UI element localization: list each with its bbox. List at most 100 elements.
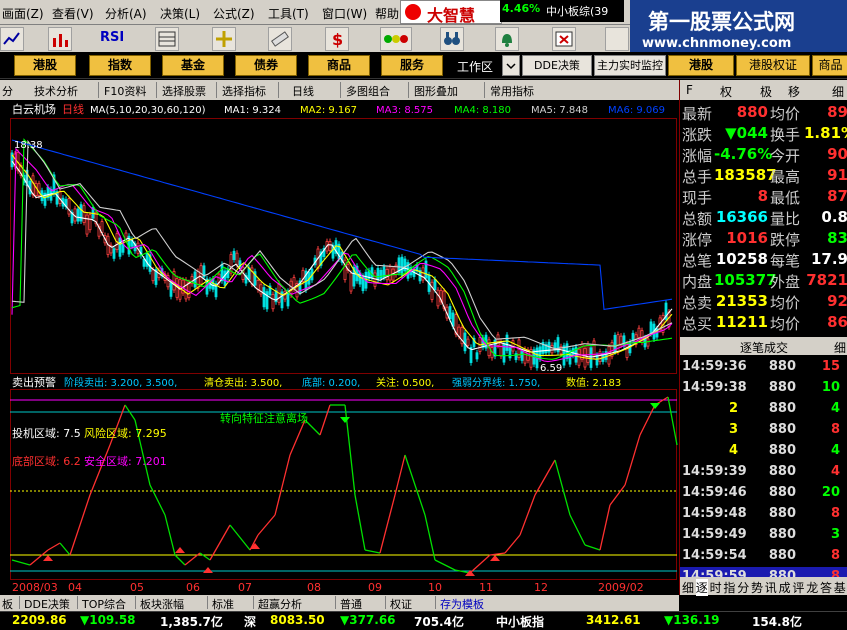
quote-label: 总手 bbox=[682, 168, 713, 186]
menu-decision[interactable]: 决策(L) bbox=[160, 5, 200, 22]
quote-bottom-tab[interactable]: 势 bbox=[751, 579, 763, 596]
quote-tab-detail[interactable]: 细 bbox=[832, 83, 844, 100]
tick-price: 880 bbox=[768, 485, 796, 500]
bottom-tab[interactable]: 标准 bbox=[212, 596, 234, 612]
date-tick: 08 bbox=[307, 581, 321, 594]
toolbar-button-ruler[interactable] bbox=[268, 27, 292, 51]
bottom-tab[interactable]: 板块涨幅 bbox=[140, 596, 184, 612]
indicator-chart[interactable]: 卖出预警 阶段卖出: 3.200, 3.500, 清仓卖出: 3.500, 底部… bbox=[0, 375, 679, 580]
quote-bottom-tab[interactable]: 细 bbox=[682, 579, 694, 596]
quote-label: 最新 bbox=[682, 105, 713, 123]
quote-bottom-tab[interactable]: 分 bbox=[737, 579, 749, 596]
quote-tab-f[interactable]: F bbox=[686, 83, 693, 97]
chart-tb-select-indicator[interactable]: 选择指标 bbox=[222, 83, 266, 99]
bottom-tab[interactable]: 普通 bbox=[340, 596, 362, 612]
market-tab-dde[interactable]: DDE决策 bbox=[522, 55, 592, 76]
bottom-tab[interactable]: 超赢分析 bbox=[258, 596, 302, 612]
quote-row: 总卖 21353 均价 92 bbox=[680, 291, 847, 312]
market-button-bond[interactable]: 债券 bbox=[235, 55, 297, 76]
quote-value: 91 bbox=[827, 166, 847, 184]
quote-row: 最新 880 均价 89 bbox=[680, 102, 847, 123]
status-item: 154.8亿 bbox=[752, 615, 802, 629]
toolbar-button-binoculars[interactable] bbox=[440, 27, 464, 51]
menu-view[interactable]: 查看(V) bbox=[52, 5, 94, 22]
quote-tab-pole[interactable]: 极 bbox=[760, 83, 772, 100]
candle-body bbox=[376, 268, 380, 280]
menu-window[interactable]: 窗口(W) bbox=[322, 5, 367, 22]
market-tab-commodity[interactable]: 商品 bbox=[812, 55, 847, 76]
watermark-url: www.chnmoney.com bbox=[642, 36, 792, 51]
tick-header-detail[interactable]: 细 bbox=[834, 339, 846, 356]
quote-bottom-tab[interactable]: 时 bbox=[710, 579, 722, 596]
toolbar-button-bars[interactable] bbox=[48, 27, 72, 51]
quote-value: 11211 bbox=[715, 313, 768, 331]
bottom-tab[interactable]: 权证 bbox=[390, 596, 412, 612]
bottom-tab[interactable]: DDE决策 bbox=[24, 596, 70, 612]
chart-tb-f10[interactable]: F10资料 bbox=[104, 83, 146, 99]
price-chart[interactable]: 白云机场 日线 MA(5,10,20,30,60,120) MA1: 9.324… bbox=[0, 100, 679, 375]
candle-body bbox=[271, 294, 275, 310]
quote-bottom-tab[interactable]: 答 bbox=[820, 579, 832, 596]
chart-tb-common-indicator[interactable]: 常用指标 bbox=[490, 83, 534, 99]
menu-analysis[interactable]: 分析(A) bbox=[105, 5, 147, 22]
toolbar-button-lights[interactable] bbox=[380, 27, 412, 51]
bottom-tab[interactable]: 存为模板 bbox=[440, 596, 484, 612]
market-tab-main-monitor[interactable]: 主力实时监控 bbox=[594, 55, 666, 76]
quote-bottom-tab[interactable]: 成 bbox=[779, 579, 791, 596]
toolbar-button-chart[interactable] bbox=[0, 27, 24, 51]
quote-bottom-tab[interactable]: 逐 bbox=[695, 579, 708, 596]
quote-bottom-tab[interactable]: 龙 bbox=[806, 579, 818, 596]
toolbar-button-money[interactable]: $ bbox=[325, 27, 349, 51]
market-button-commodity[interactable]: 商品 bbox=[308, 55, 370, 76]
chart-tb-overlay[interactable]: 图形叠加 bbox=[414, 83, 458, 99]
menu-tools[interactable]: 工具(T) bbox=[268, 5, 309, 22]
tick-price: 880 bbox=[768, 464, 796, 479]
chart-tb-multi-chart[interactable]: 多图组合 bbox=[346, 83, 390, 99]
market-bar: 港股 指数 基金 债券 商品 服务 工作区 DDE决策 主力实时监控 港股 港股… bbox=[0, 52, 847, 79]
candle-body bbox=[259, 284, 263, 295]
candle-body bbox=[466, 338, 470, 346]
ma2-value: MA2: 9.167 bbox=[300, 105, 357, 116]
chart-tb-tech-analysis[interactable]: 技术分析 bbox=[34, 83, 78, 99]
market-button-hk[interactable]: 港股 bbox=[14, 55, 76, 76]
market-button-fund[interactable]: 基金 bbox=[162, 55, 224, 76]
param-watch: 关注: 0.500, bbox=[376, 376, 434, 389]
chart-tb-daily[interactable]: 日线 bbox=[292, 83, 314, 99]
workspace-label[interactable]: 工作区 bbox=[457, 58, 493, 75]
candle-body bbox=[496, 334, 500, 346]
market-button-index[interactable]: 指数 bbox=[89, 55, 151, 76]
date-tick: 04 bbox=[68, 581, 82, 594]
quote-bottom-tab[interactable]: 指 bbox=[723, 579, 735, 596]
menu-screen[interactable]: 画面(Z) bbox=[2, 5, 44, 22]
chart-tb-select-stock[interactable]: 选择股票 bbox=[162, 83, 206, 99]
quote-bottom-tab[interactable]: 基 bbox=[834, 579, 846, 596]
toolbar-button-grid[interactable] bbox=[155, 27, 179, 51]
workspace-dropdown[interactable] bbox=[502, 55, 520, 76]
bottom-tab[interactable]: TOP综合 bbox=[82, 596, 126, 612]
bottom-tab[interactable]: 板 bbox=[2, 596, 13, 612]
market-button-service[interactable]: 服务 bbox=[381, 55, 443, 76]
quote-value: -4.76% bbox=[714, 145, 773, 163]
quote-bottom-tab[interactable]: 评 bbox=[792, 579, 804, 596]
menu-help[interactable]: 帮助 bbox=[375, 5, 399, 22]
candle-body bbox=[475, 352, 479, 360]
bottom-zone-label: 底部区域: 6.2 bbox=[12, 454, 81, 468]
quote-tab-rights[interactable]: 权 bbox=[720, 83, 732, 100]
candle-body bbox=[76, 208, 80, 222]
market-tab-hk-warrant[interactable]: 港股权证 bbox=[736, 55, 810, 76]
candle-body bbox=[499, 341, 503, 357]
quote-tab-move[interactable]: 移 bbox=[788, 83, 800, 100]
brand-name: 大智慧 bbox=[427, 6, 476, 25]
toolbar-button-close-window[interactable] bbox=[552, 27, 576, 51]
mini-ticker-pct: 4.46% bbox=[502, 2, 541, 15]
quote-bottom-tab[interactable]: 讯 bbox=[765, 579, 777, 596]
status-bar: 2209.86 ▼109.58 1,385.7亿 深 8083.50 ▼377.66 705… bbox=[0, 611, 847, 629]
toolbar-button-cross[interactable] bbox=[212, 27, 236, 51]
market-tab-hk[interactable]: 港股 bbox=[668, 55, 734, 76]
toolbar-button-alarm[interactable] bbox=[495, 27, 519, 51]
toolbar-button-more[interactable] bbox=[605, 27, 629, 51]
tick-price: 880 bbox=[768, 401, 796, 416]
rsi-button[interactable]: RSI bbox=[100, 30, 124, 45]
chart-tb-minute[interactable]: 分 bbox=[2, 83, 13, 99]
menu-formula[interactable]: 公式(Z) bbox=[213, 5, 255, 22]
